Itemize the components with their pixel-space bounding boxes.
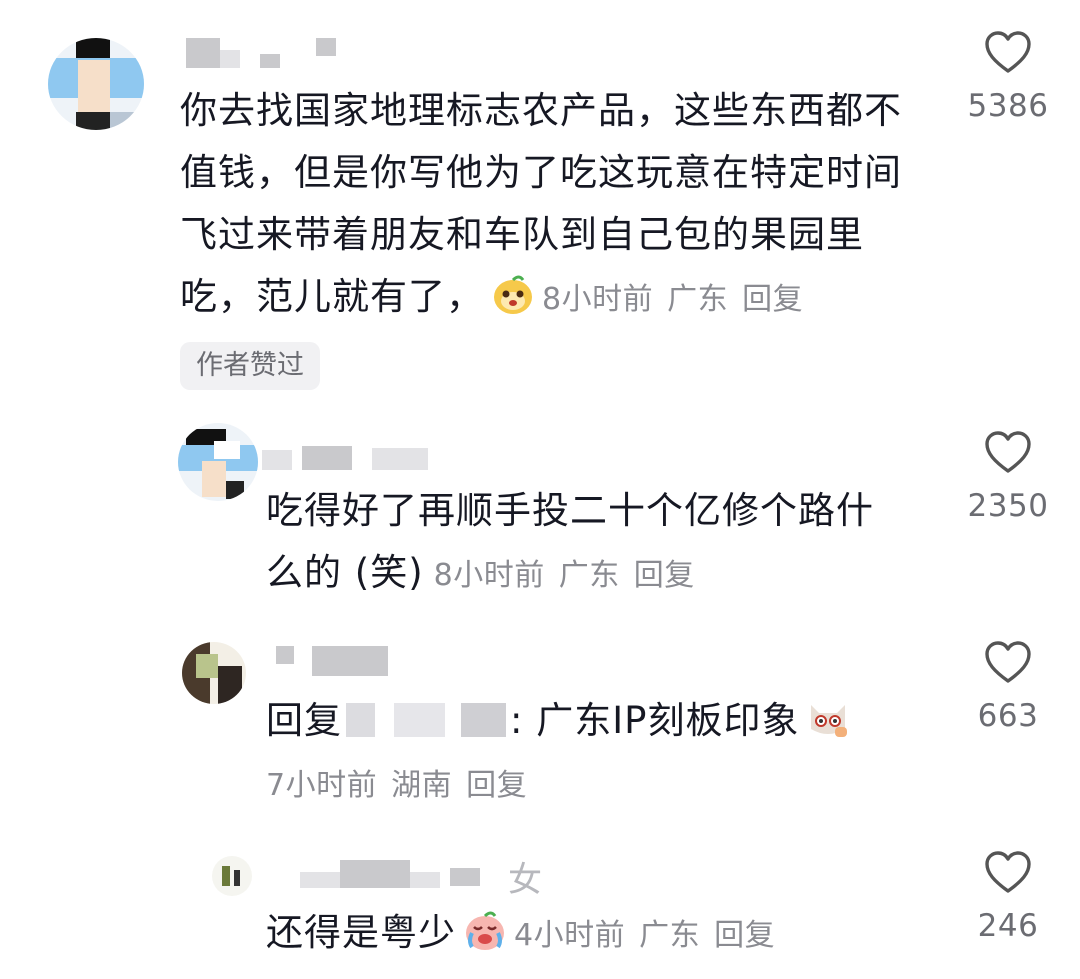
- reply-prefix: 回复: [266, 699, 342, 742]
- like-count: 2350: [967, 488, 1049, 524]
- avatar[interactable]: [182, 642, 246, 704]
- comment-time: 8小时前: [542, 282, 654, 317]
- comment-line: 你去找国家地理标志农产品，这些东西都不: [180, 89, 902, 132]
- username-masked[interactable]: [276, 646, 396, 676]
- comment-line: 么的 (笑): [266, 551, 424, 594]
- smiling-bean-emoji: [494, 275, 532, 314]
- like-button[interactable]: 246: [953, 850, 1063, 944]
- comment-text: 吃得好了再顺手投二十个亿修个路什 么的 (笑) 8小时前 广东 回复: [266, 480, 926, 607]
- comment-line: 值钱，但是你写他为了吃这玩意在特定时间: [180, 151, 902, 194]
- like-count: 663: [977, 698, 1039, 734]
- comment-thread: 你去找国家地理标志农产品，这些东西都不 值钱，但是你写他为了吃这玩意在特定时间 …: [0, 0, 1080, 979]
- avatar[interactable]: [178, 423, 258, 501]
- comment-location: 广东: [558, 558, 620, 593]
- comment-time: 8小时前: [433, 558, 545, 593]
- comment-text: 回复: 广东IP刻板印象 7小时前 湖南 回复: [266, 690, 926, 817]
- like-button[interactable]: 663: [953, 640, 1063, 734]
- comment-time: 4小时前: [514, 918, 626, 953]
- mentioned-user-masked[interactable]: [346, 703, 506, 737]
- comment-time: 7小时前: [266, 768, 378, 803]
- comment-location: 湖南: [391, 768, 453, 803]
- crying-face-emoji: [466, 911, 504, 950]
- avatar[interactable]: [212, 856, 252, 896]
- author-liked-badge: 作者赞过: [180, 342, 320, 390]
- heart-outline-icon: [985, 31, 1031, 73]
- heart-outline-icon: [985, 641, 1031, 683]
- heart-outline-icon: [985, 851, 1031, 893]
- like-count: 5386: [967, 88, 1049, 124]
- reply-button[interactable]: 回复: [634, 558, 695, 593]
- reply-button[interactable]: 回复: [742, 282, 803, 317]
- comment-location: 广东: [667, 282, 729, 317]
- heart-outline-icon: [985, 431, 1031, 473]
- comment-text: 你去找国家地理标志农产品，这些东西都不 值钱，但是你写他为了吃这玩意在特定时间 …: [180, 80, 940, 331]
- comment-body: 还得是粤少: [266, 911, 456, 954]
- reply-button[interactable]: 回复: [466, 768, 527, 803]
- avatar[interactable]: [48, 38, 144, 130]
- comment-text: 还得是粤少 4小时前 广东 回复: [266, 902, 946, 967]
- comment-body: : 广东IP刻板印象: [510, 699, 800, 742]
- username-masked[interactable]: [186, 38, 346, 68]
- shy-cat-emoji: [811, 705, 848, 737]
- like-button[interactable]: 2350: [953, 430, 1063, 524]
- username-masked[interactable]: [262, 440, 432, 470]
- username-suffix: 女: [508, 860, 542, 900]
- like-count: 246: [977, 908, 1039, 944]
- like-button[interactable]: 5386: [953, 30, 1063, 124]
- comment-line: 吃得好了再顺手投二十个亿修个路什: [266, 489, 874, 532]
- comment-line: 吃，范儿就有了，: [180, 275, 484, 318]
- comment-line: 飞过来带着朋友和车队到自己包的果园里: [180, 213, 864, 256]
- comment-location: 广东: [639, 918, 701, 953]
- username-masked[interactable]: 女: [300, 858, 542, 900]
- reply-button[interactable]: 回复: [714, 918, 775, 953]
